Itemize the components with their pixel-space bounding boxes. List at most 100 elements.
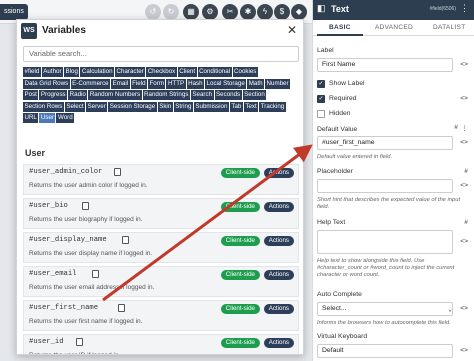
actions-button[interactable]: Actions — [263, 304, 294, 314]
autocomplete-select[interactable]: Select... — [317, 302, 453, 316]
variables-modal: WS Variables ✕ Variable search... #field… — [16, 19, 304, 355]
actions-button[interactable]: Actions — [263, 202, 294, 212]
category-tag[interactable]: Tab — [229, 101, 243, 112]
category-tag[interactable]: Skin — [157, 101, 173, 112]
category-tag[interactable]: Calculation — [80, 67, 115, 77]
copy-icon[interactable] — [92, 270, 99, 278]
calc-icon[interactable]: # — [454, 124, 458, 131]
category-tag[interactable]: Checkbox — [146, 67, 177, 77]
placeholder-variable-icon[interactable]: <> — [460, 182, 468, 189]
category-tag[interactable]: Radio — [68, 90, 88, 100]
help-variable-icon[interactable]: <> — [460, 238, 468, 245]
category-tag[interactable]: Conditional — [197, 67, 232, 77]
autocomplete-variable-icon[interactable]: <> — [460, 305, 468, 312]
placeholder-help: Short hint that describes the expected v… — [317, 197, 461, 210]
virtual-keyboard-select[interactable]: Default — [317, 344, 453, 358]
category-tag[interactable]: Word — [56, 113, 75, 123]
variable-name[interactable]: #user_email — [29, 270, 76, 278]
category-tag[interactable]: Cookies — [232, 67, 258, 77]
category-tag[interactable]: String — [173, 101, 193, 112]
category-tag[interactable]: User — [39, 113, 56, 123]
category-tag[interactable]: Local Storage — [205, 78, 247, 89]
tab-datalist[interactable]: DATALIST — [433, 24, 466, 31]
actions-button[interactable]: Actions — [263, 168, 294, 178]
required-checkbox[interactable]: ✓ — [317, 95, 325, 103]
show-label-checkbox[interactable]: ✓ — [317, 80, 325, 88]
copy-icon[interactable] — [82, 202, 89, 210]
copy-icon[interactable] — [76, 338, 83, 346]
category-tag[interactable]: Field — [130, 78, 148, 89]
category-tag[interactable]: Select — [64, 101, 86, 112]
dv-variable-icon[interactable]: <> — [460, 139, 468, 146]
variable-name[interactable]: #user_admin_color — [29, 168, 102, 176]
hidden-checkbox[interactable] — [317, 110, 325, 118]
category-tag[interactable]: Seconds — [214, 90, 242, 100]
category-tag[interactable]: Server — [86, 101, 108, 112]
category-tag[interactable]: Tracking — [259, 101, 286, 112]
variable-name[interactable]: #user_display_name — [29, 236, 107, 244]
variables-icon[interactable]: $ — [274, 4, 290, 20]
copy-icon[interactable] — [118, 304, 125, 312]
section-title: User — [25, 148, 46, 158]
styles-icon[interactable]: ✱ — [240, 4, 256, 20]
category-tag[interactable]: Blog — [64, 67, 80, 77]
close-icon[interactable]: ✕ — [287, 23, 297, 37]
category-tag[interactable]: E-Commerce — [70, 78, 111, 89]
category-tag[interactable]: Form — [148, 78, 166, 89]
placeholder-calc-icon[interactable]: # — [464, 168, 468, 175]
category-tag[interactable]: Author — [41, 67, 64, 77]
category-tag[interactable]: Random Numbers — [88, 90, 142, 100]
category-tag[interactable]: Text — [243, 101, 259, 112]
tab-advanced[interactable]: ADVANCED — [375, 24, 413, 31]
category-tag[interactable]: Hash — [186, 78, 205, 89]
category-tag[interactable]: Section Rows — [23, 101, 64, 112]
category-tag[interactable]: Session Storage — [108, 101, 157, 112]
redo-icon[interactable]: ↻ — [163, 4, 179, 20]
label-input[interactable]: First Name — [317, 58, 453, 72]
category-tag[interactable]: Character — [115, 67, 146, 77]
lightning-icon[interactable]: ϟ — [257, 4, 273, 20]
client-side-badge: Client-side — [220, 202, 260, 212]
tag-icon[interactable]: ◆ — [291, 4, 307, 20]
keyboard-variable-icon[interactable]: <> — [460, 347, 468, 354]
tools-icon[interactable]: ✂ — [222, 4, 238, 20]
help-calc-icon[interactable]: # — [464, 219, 468, 226]
variable-search-input[interactable]: Variable search... — [23, 46, 299, 62]
default-value-input[interactable]: #user_first_name — [317, 136, 453, 150]
actions-button[interactable]: Actions — [263, 270, 294, 280]
variable-card: #user_id Client-sideActions Returns the us… — [23, 334, 299, 354]
category-tag[interactable]: URL — [23, 113, 39, 123]
category-tag[interactable]: HTTP — [166, 78, 186, 89]
dv-grid-icon[interactable]: ⋮ — [462, 124, 469, 132]
category-tag[interactable]: Data Grid Rows — [23, 78, 70, 89]
more-icon[interactable]: ⋮ — [460, 3, 469, 14]
variable-name[interactable]: #user_bio — [29, 202, 68, 210]
category-tag[interactable]: Section — [242, 90, 267, 100]
grid-icon[interactable]: ▦ — [183, 4, 199, 20]
required-variable-icon[interactable]: <> — [460, 95, 468, 102]
copy-icon[interactable] — [114, 168, 121, 176]
category-tag[interactable]: Math — [247, 78, 265, 89]
tab-basic[interactable]: BASIC — [329, 24, 351, 31]
category-tag[interactable]: Email — [111, 78, 130, 89]
undo-icon[interactable]: ↺ — [145, 4, 161, 20]
category-tag[interactable]: #field — [23, 67, 41, 77]
category-tag[interactable]: Client — [177, 67, 197, 77]
copy-icon[interactable] — [122, 236, 129, 244]
actions-button[interactable]: Actions — [263, 338, 294, 348]
actions-button[interactable]: Actions — [263, 236, 294, 246]
settings-icon[interactable]: ⚙ — [202, 4, 218, 20]
sessions-tab[interactable]: ssions — [0, 4, 28, 20]
category-tag[interactable]: Number — [265, 78, 291, 89]
category-tag[interactable]: Search — [190, 90, 214, 100]
placeholder-input[interactable] — [317, 179, 453, 193]
variable-name[interactable]: #user_id — [29, 338, 64, 346]
variable-name[interactable]: #user_first_name — [29, 304, 98, 312]
category-tag[interactable]: Post — [23, 90, 39, 100]
category-tag[interactable]: Submission — [193, 101, 229, 112]
back-icon[interactable]: ◧ — [317, 3, 326, 14]
help-text-textarea[interactable] — [317, 230, 453, 254]
variable-icon[interactable]: <> — [460, 61, 468, 68]
category-tag[interactable]: Random Strings — [142, 90, 190, 100]
category-tag[interactable]: Progress — [39, 90, 68, 100]
